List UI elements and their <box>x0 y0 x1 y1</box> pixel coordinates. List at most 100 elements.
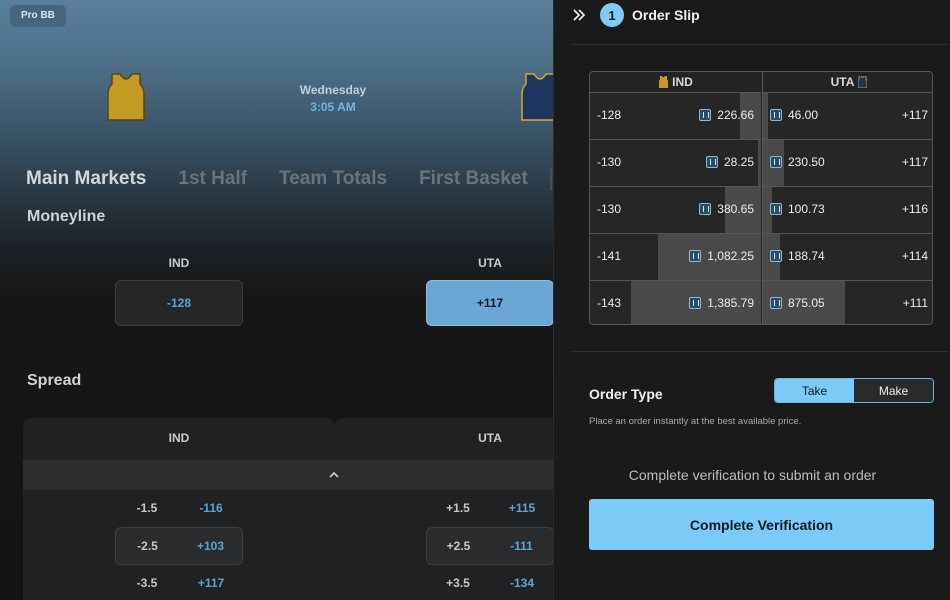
book-amount-value: 188.74 <box>788 249 825 263</box>
book-amount: 1,082.25 <box>689 249 754 263</box>
order-type-label: Order Type <box>589 386 663 402</box>
book-ind-header: IND <box>590 72 762 92</box>
tab-1st-half[interactable]: 1st Half <box>178 168 247 190</box>
book-odds: -141 <box>597 249 622 263</box>
currency-icon <box>699 109 712 121</box>
book-amount: 100.73 <box>770 202 825 216</box>
order-type-help: Place an order instantly at the best ava… <box>589 416 802 427</box>
book-amount: 188.74 <box>770 249 825 263</box>
ind-jersey-icon <box>659 76 669 88</box>
spread-ind-row[interactable]: -2.5 +103 <box>115 527 243 565</box>
moneyline-ind-button[interactable]: -128 <box>115 280 243 326</box>
currency-icon <box>689 297 702 309</box>
book-odds: +114 <box>901 249 928 263</box>
book-row-ind[interactable]: -130 28.25 <box>590 139 761 186</box>
spread-ind-label: IND <box>168 431 190 445</box>
book-amount: 226.66 <box>699 108 754 122</box>
book-amount-value: 230.50 <box>788 155 825 169</box>
uta-jersey-icon <box>858 76 868 88</box>
book-row-uta[interactable]: +117 46.00 <box>763 92 932 139</box>
moneyline-uta-label: UTA <box>478 256 502 270</box>
spread-title: Spread <box>27 372 82 389</box>
currency-icon <box>770 297 782 309</box>
moneyline-uta-button[interactable]: +117 <box>426 280 554 326</box>
book-amount: 28.25 <box>705 155 754 169</box>
spread-odds: -111 <box>510 539 533 553</box>
currency-icon <box>689 250 702 262</box>
currency-icon <box>699 203 712 215</box>
spread-line: -1.5 <box>136 501 158 515</box>
currency-icon <box>770 203 782 215</box>
currency-icon <box>770 250 782 262</box>
chevron-up-icon <box>329 471 339 478</box>
depth-bar <box>758 140 761 186</box>
currency-icon <box>770 156 782 168</box>
spread-odds: -134 <box>509 576 535 590</box>
complete-verification-button[interactable]: Complete Verification <box>589 499 934 550</box>
spread-uta-row[interactable]: +2.5 -111 <box>426 527 554 565</box>
book-odds: +111 <box>902 296 928 310</box>
book-odds: +117 <box>901 108 928 122</box>
book-row-ind[interactable]: -130 380.65 <box>590 186 761 233</box>
spread-odds: -116 <box>199 501 223 515</box>
moneyline-title: Moneyline <box>27 208 106 225</box>
spread-line: +3.5 <box>446 576 470 590</box>
book-row-uta[interactable]: +111 875.05 <box>763 280 932 324</box>
book-amount-value: 875.05 <box>788 296 825 310</box>
league-badge[interactable]: Pro BB <box>10 5 66 27</box>
book-amount-value: 28.25 <box>723 155 754 169</box>
book-amount-value: 46.00 <box>788 108 819 122</box>
book-odds: +117 <box>901 155 928 169</box>
uta-jersey-icon <box>521 73 555 121</box>
spread-odds: +115 <box>508 501 536 515</box>
book-row-uta[interactable]: +114 188.74 <box>763 233 932 280</box>
book-odds: -128 <box>597 108 622 122</box>
make-option[interactable]: Make <box>854 379 933 402</box>
order-slip-panel: 1 Order Slip IND UTA -128 226.66 +117 46.00… <box>553 0 950 600</box>
tab-first-basket[interactable]: First Basket <box>419 168 528 190</box>
collapse-chevrons-icon[interactable] <box>572 8 586 22</box>
book-amount-value: 100.73 <box>788 202 825 216</box>
book-row-ind[interactable]: -128 226.66 <box>590 92 761 139</box>
order-type-toggle: Take Make <box>774 378 934 403</box>
tab-main-markets[interactable]: Main Markets <box>26 168 146 190</box>
market-tabs: Main Markets 1st Half Team Totals First … <box>26 168 528 190</box>
book-amount-value: 1,385.79 <box>707 296 754 310</box>
tab-team-totals[interactable]: Team Totals <box>279 168 387 190</box>
book-row-ind[interactable]: -143 1,385.79 <box>590 280 761 324</box>
spread-uta-row[interactable]: +3.5 -134 <box>426 564 554 600</box>
spread-line: -3.5 <box>136 576 158 590</box>
book-amount: 1,385.79 <box>689 296 754 310</box>
spread-line: +1.5 <box>446 501 470 515</box>
book-odds: -130 <box>597 202 622 216</box>
book-uta-label: UTA <box>830 75 855 89</box>
book-row-ind[interactable]: -141 1,082.25 <box>590 233 761 280</box>
book-amount-value: 226.66 <box>717 108 754 122</box>
ind-jersey-icon <box>107 73 145 121</box>
book-odds: -130 <box>597 155 622 169</box>
order-book: IND UTA -128 226.66 +117 46.00 -130 28.25 +117… <box>589 71 933 325</box>
verification-message: Complete verification to submit an order <box>628 467 877 483</box>
order-slip-header: 1 Order Slip <box>572 3 700 27</box>
spread-uta-row[interactable]: +1.5 +115 <box>426 489 554 527</box>
book-ind-label: IND <box>672 75 693 89</box>
depth-bar <box>763 93 768 139</box>
order-slip-title: Order Slip <box>632 7 700 23</box>
currency-icon <box>770 109 782 121</box>
divider <box>573 351 947 352</box>
spread-ind-row[interactable]: -1.5 -116 <box>115 489 243 527</box>
spread-collapse-bar[interactable] <box>23 460 555 490</box>
take-option[interactable]: Take <box>775 379 854 402</box>
book-amount: 230.50 <box>770 155 825 169</box>
book-row-uta[interactable]: +116 100.73 <box>763 186 932 233</box>
event-main-panel: Pro BB Wednesday 3:05 AM Main Markets 1s… <box>0 0 555 600</box>
divider <box>573 44 947 45</box>
book-amount: 380.65 <box>699 202 754 216</box>
spread-line: -2.5 <box>137 539 158 553</box>
spread-odds: +103 <box>196 539 225 553</box>
book-odds: +116 <box>901 202 928 216</box>
book-odds: -143 <box>597 296 622 310</box>
book-row-uta[interactable]: +117 230.50 <box>763 139 932 186</box>
spread-ind-row[interactable]: -3.5 +117 <box>115 564 243 600</box>
moneyline-ind-label: IND <box>168 256 190 270</box>
